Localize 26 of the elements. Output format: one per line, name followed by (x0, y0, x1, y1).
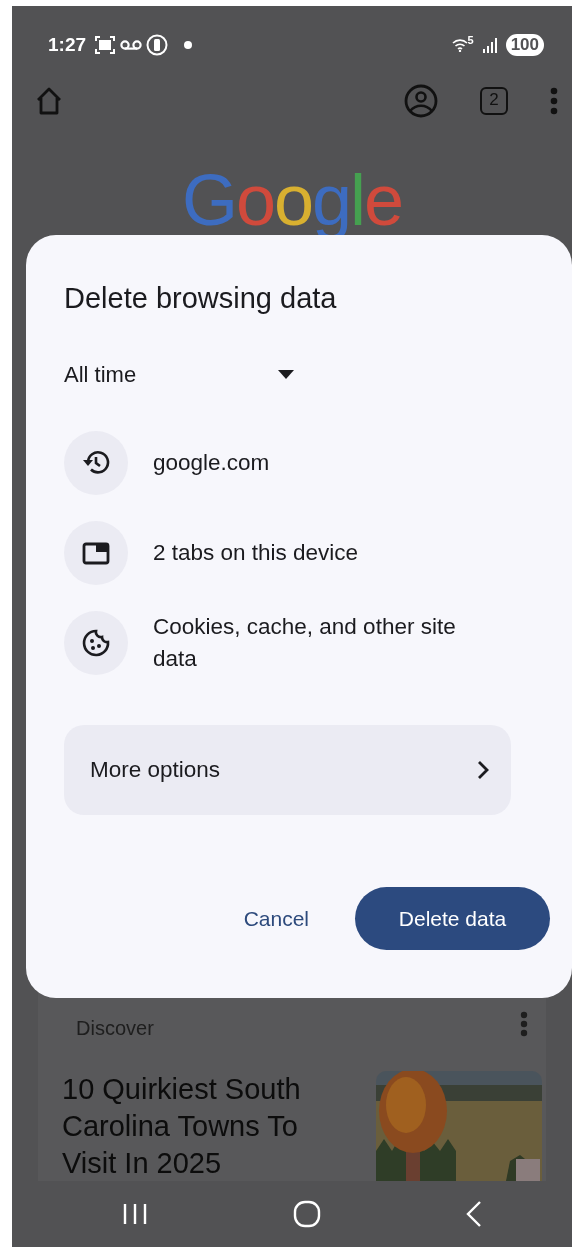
dialog-title: Delete browsing data (64, 281, 338, 316)
battery-level: 100 (505, 34, 544, 56)
wifi-band-label: 5 (467, 32, 474, 48)
item-label: 2 tabs on this device (153, 538, 359, 567)
cancel-button[interactable]: Cancel (225, 886, 327, 951)
more-menu-icon[interactable] (550, 87, 558, 115)
voicemail-icon (120, 38, 143, 52)
recent-apps-icon[interactable] (122, 1203, 148, 1225)
home-button-icon[interactable] (293, 1200, 321, 1228)
time-range-dropdown[interactable]: All time (64, 357, 294, 391)
dot-icon (184, 41, 193, 49)
item-label: Cookies, cache, and other site data (153, 612, 457, 673)
item-label: google.com (153, 448, 270, 477)
clock-time: 1:27 (48, 32, 87, 57)
cookie-icon (81, 627, 111, 658)
back-icon[interactable] (466, 1200, 482, 1228)
more-options-button[interactable]: More options (64, 724, 511, 815)
delete-button[interactable]: Delete data (355, 887, 550, 951)
account-icon[interactable] (404, 84, 438, 118)
screenshot-icon (94, 34, 117, 56)
section-heading: Discover (76, 1016, 154, 1041)
signal-icon (481, 37, 498, 53)
more-menu-icon[interactable] (520, 1011, 528, 1037)
chevron-right-icon (477, 759, 489, 780)
caret-icon (278, 369, 294, 379)
wifi-icon (451, 38, 468, 52)
